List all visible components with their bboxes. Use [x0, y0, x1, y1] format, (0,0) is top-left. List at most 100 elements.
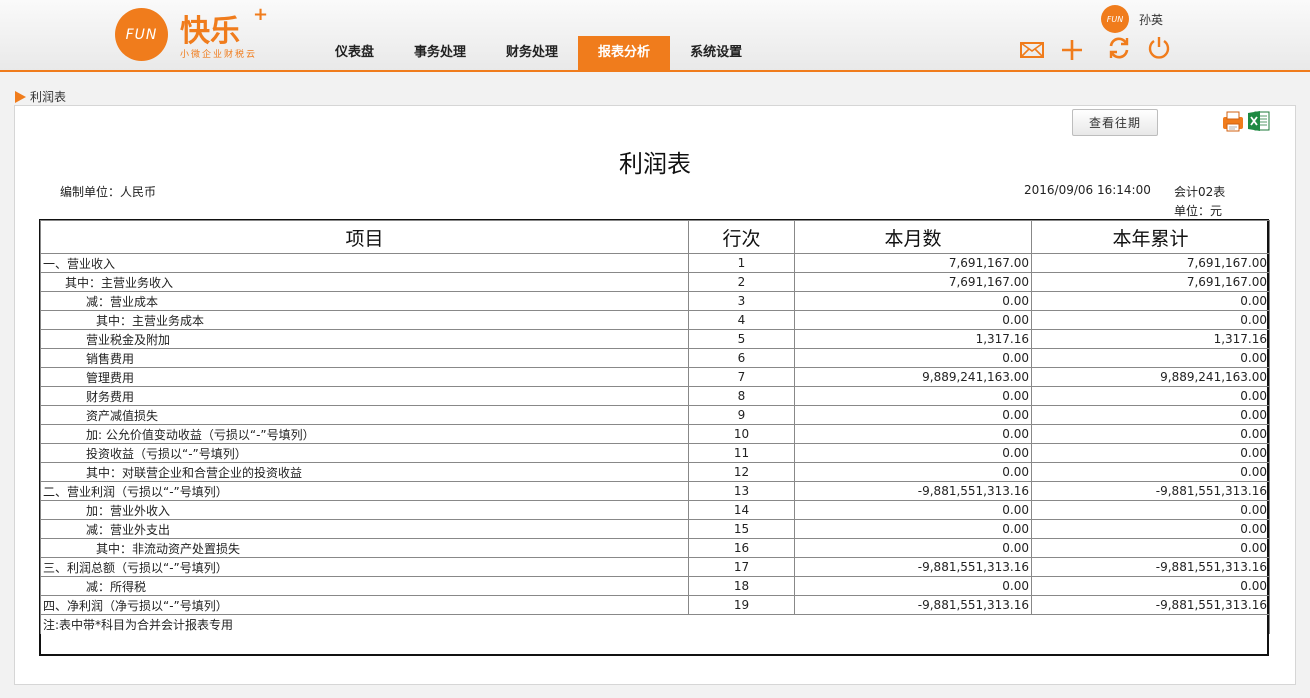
logo-plus: + [253, 4, 269, 25]
col-header-item: 项目 [40, 220, 689, 254]
row-item: 管理费用 [40, 367, 689, 387]
table-row: 资产减值损失 9 0.00 0.00 [40, 405, 1270, 425]
table-row: 四、净利润（净亏损以“-”号填列） 19 -9,881,551,313.16 -9,8… [40, 595, 1270, 615]
row-line-no: 19 [688, 595, 795, 615]
row-month-value: 7,691,167.00 [794, 272, 1032, 292]
print-icon[interactable] [1221, 109, 1245, 133]
row-item: 销售费用 [40, 348, 689, 368]
table-row: 其中：非流动资产处置损失 16 0.00 0.00 [40, 538, 1270, 558]
currency-unit: 单位：元 [1174, 204, 1223, 218]
row-year-value: 0.00 [1031, 386, 1270, 406]
nav-tab-dashboard[interactable]: 仪表盘 [315, 36, 394, 70]
row-item: 其中：主营业务成本 [40, 310, 689, 330]
power-icon[interactable] [1147, 36, 1171, 60]
row-year-value: 0.00 [1031, 424, 1270, 444]
main-nav: 仪表盘 事务处理 财务处理 报表分析 系统设置 [315, 36, 762, 70]
row-item: 其中：非流动资产处置损失 [40, 538, 689, 558]
row-item: 减：营业成本 [40, 291, 689, 311]
report-datetime: 2016/09/06 16:14:00 [1024, 183, 1151, 197]
row-month-value: 0.00 [794, 576, 1032, 596]
row-year-value: 9,889,241,163.00 [1031, 367, 1270, 387]
plus-icon[interactable] [1060, 38, 1084, 62]
row-month-value: -9,881,551,313.16 [794, 481, 1032, 501]
row-year-value: 0.00 [1031, 500, 1270, 520]
nav-tab-reports[interactable]: 报表分析 [578, 36, 671, 70]
breadcrumb-current[interactable]: 利润表 [30, 88, 66, 105]
row-line-no: 4 [688, 310, 795, 330]
row-item: 财务费用 [40, 386, 689, 406]
table-row: 三、利润总额（亏损以“-”号填列） 17 -9,881,551,313.16 -9,8… [40, 557, 1270, 577]
table-row: 二、营业利润（亏损以“-”号填列） 13 -9,881,551,313.16 -9,8… [40, 481, 1270, 501]
mail-icon[interactable] [1020, 38, 1044, 62]
row-year-value: -9,881,551,313.16 [1031, 595, 1270, 615]
row-line-no: 6 [688, 348, 795, 368]
logo-mark[interactable]: FUN [115, 8, 168, 61]
row-month-value: -9,881,551,313.16 [794, 595, 1032, 615]
row-year-value: 0.00 [1031, 443, 1270, 463]
table-header-row: 项目 行次 本月数 本年累计 [40, 220, 1270, 254]
report-panel: 查看往期 利润表 编制单位：人民币 2016/09/06 16:14:00 会计… [14, 105, 1296, 685]
row-year-value: 0.00 [1031, 348, 1270, 368]
row-item: 加：营业外收入 [40, 500, 689, 520]
row-item: 二、营业利润（亏损以“-”号填列） [40, 481, 689, 501]
table-row: 其中：对联营企业和合营企业的投资收益 12 0.00 0.00 [40, 462, 1270, 482]
col-header-line: 行次 [688, 220, 795, 254]
table-row: 投资收益（亏损以“-”号填列） 11 0.00 0.00 [40, 443, 1270, 463]
row-year-value: 0.00 [1031, 519, 1270, 539]
row-year-value: 0.00 [1031, 405, 1270, 425]
form-code: 会计02表 [1174, 185, 1226, 199]
refresh-icon[interactable] [1107, 36, 1131, 60]
table-note: 注:表中带*科目为合并会计报表专用 [40, 614, 1270, 634]
row-year-value: -9,881,551,313.16 [1031, 557, 1270, 577]
logo-tagline: 小微企业财税云 [180, 50, 258, 60]
row-year-value: 7,691,167.00 [1031, 272, 1270, 292]
nav-tab-transactions[interactable]: 事务处理 [394, 36, 486, 70]
row-year-value: 0.00 [1031, 538, 1270, 558]
row-line-no: 7 [688, 367, 795, 387]
user-name[interactable]: 孙英 [1139, 11, 1163, 28]
row-year-value: 1,317.16 [1031, 329, 1270, 349]
nav-tab-settings[interactable]: 系统设置 [670, 36, 762, 70]
reporting-unit: 编制单位：人民币 [60, 185, 157, 199]
view-history-button[interactable]: 查看往期 [1072, 109, 1158, 136]
table-row: 一、营业收入 1 7,691,167.00 7,691,167.00 [40, 253, 1270, 273]
row-month-value: -9,881,551,313.16 [794, 557, 1032, 577]
table-row: 其中：主营业务收入 2 7,691,167.00 7,691,167.00 [40, 272, 1270, 292]
row-item: 投资收益（亏损以“-”号填列） [40, 443, 689, 463]
row-month-value: 0.00 [794, 291, 1032, 311]
avatar[interactable]: FUN [1101, 5, 1129, 33]
row-item: 减：营业外支出 [40, 519, 689, 539]
row-item: 减：所得税 [40, 576, 689, 596]
col-header-year: 本年累计 [1031, 220, 1270, 254]
row-item: 营业税金及附加 [40, 329, 689, 349]
row-item: 其中：对联营企业和合营企业的投资收益 [40, 462, 689, 482]
table-row: 减：所得税 18 0.00 0.00 [40, 576, 1270, 596]
table-row: 销售费用 6 0.00 0.00 [40, 348, 1270, 368]
row-line-no: 9 [688, 405, 795, 425]
excel-icon[interactable] [1247, 109, 1271, 133]
nav-tab-finance[interactable]: 财务处理 [486, 36, 578, 70]
logo-name: 快乐 [180, 14, 240, 49]
row-month-value: 0.00 [794, 386, 1032, 406]
row-month-value: 0.00 [794, 462, 1032, 482]
row-year-value: 0.00 [1031, 462, 1270, 482]
table-note-row: 注:表中带*科目为合并会计报表专用 [40, 614, 1270, 634]
table-row: 管理费用 7 9,889,241,163.00 9,889,241,163.00 [40, 367, 1270, 387]
report-title: 利润表 [619, 150, 691, 178]
row-line-no: 13 [688, 481, 795, 501]
row-line-no: 2 [688, 272, 795, 292]
row-month-value: 0.00 [794, 500, 1032, 520]
row-year-value: 0.00 [1031, 576, 1270, 596]
row-month-value: 9,889,241,163.00 [794, 367, 1032, 387]
row-line-no: 3 [688, 291, 795, 311]
row-year-value: 7,691,167.00 [1031, 253, 1270, 273]
row-month-value: 0.00 [794, 538, 1032, 558]
row-line-no: 5 [688, 329, 795, 349]
income-statement-grid: 项目 行次 本月数 本年累计 一、营业收入 1 7,691,167.00 7,691,… [40, 220, 1270, 634]
row-item: 其中：主营业务收入 [40, 272, 689, 292]
row-month-value: 7,691,167.00 [794, 253, 1032, 273]
row-month-value: 1,317.16 [794, 329, 1032, 349]
row-item: 一、营业收入 [40, 253, 689, 273]
breadcrumb: 利润表 [15, 88, 66, 105]
row-line-no: 14 [688, 500, 795, 520]
